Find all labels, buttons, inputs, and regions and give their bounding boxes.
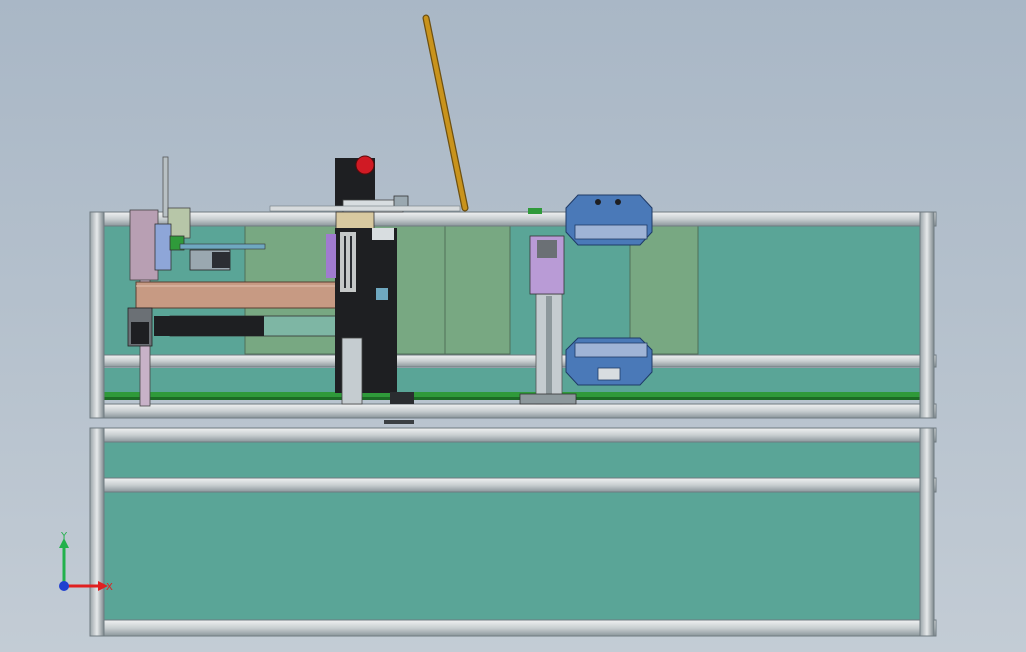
y-axis-arrow xyxy=(59,538,69,586)
z-axis-dot xyxy=(59,581,69,591)
vertical-rod xyxy=(162,156,169,218)
left-motor-dark xyxy=(212,252,230,268)
lower-right-post xyxy=(919,427,935,637)
bottom-center-mark xyxy=(384,420,414,424)
rail-bracket xyxy=(528,208,542,214)
center-column-ridge-1 xyxy=(344,236,346,288)
right-carriage-block xyxy=(537,240,557,258)
right-foot xyxy=(519,393,577,405)
center-column-right-block xyxy=(372,228,394,240)
center-foot xyxy=(390,392,414,404)
upper-left-post xyxy=(89,211,105,419)
upper-right-post xyxy=(919,211,935,419)
lower-panel-main xyxy=(102,492,922,620)
left-upright xyxy=(129,209,159,281)
coordinate-triad[interactable]: Y X xyxy=(50,530,120,600)
left-clamp-dark xyxy=(131,322,149,344)
upper-plate-slot xyxy=(574,224,648,240)
lower-panel-top xyxy=(102,442,922,478)
center-column-leg xyxy=(341,337,363,405)
upper-plate-hole-1 xyxy=(595,199,601,205)
center-purple-tag xyxy=(326,234,336,278)
center-column-ridge-2 xyxy=(350,236,352,288)
center-column-slot xyxy=(340,232,356,292)
upper-plate-hole-2 xyxy=(615,199,621,205)
right-column-groove xyxy=(546,296,552,402)
upper-top-rail xyxy=(89,211,937,227)
cad-viewport[interactable] xyxy=(0,0,1026,652)
upper-mid-rail xyxy=(89,354,937,368)
y-axis-label: Y xyxy=(60,531,68,542)
center-yellow-block xyxy=(335,211,375,231)
left-carriage-blue xyxy=(154,223,172,271)
upper-panel-green-2 xyxy=(444,225,511,355)
upper-frame xyxy=(89,211,937,419)
lower-plate-slot xyxy=(574,342,648,358)
left-top-bar xyxy=(179,243,266,250)
center-small-tag xyxy=(376,288,388,300)
lower-bottom-rail xyxy=(89,619,937,637)
lower-frame xyxy=(89,427,937,637)
upper-bottom-rail xyxy=(89,403,937,419)
lower-mid-rail xyxy=(89,477,937,493)
rod-top-rail xyxy=(269,205,461,212)
x-axis-label: X xyxy=(106,582,113,593)
lower-plate-connector xyxy=(597,367,621,381)
x-axis-arrow xyxy=(64,581,108,591)
lower-top-rail xyxy=(89,427,937,443)
conveyor-belt-line xyxy=(92,397,934,400)
warning-light-icon[interactable] xyxy=(355,155,375,175)
black-linear-rail xyxy=(154,316,264,336)
